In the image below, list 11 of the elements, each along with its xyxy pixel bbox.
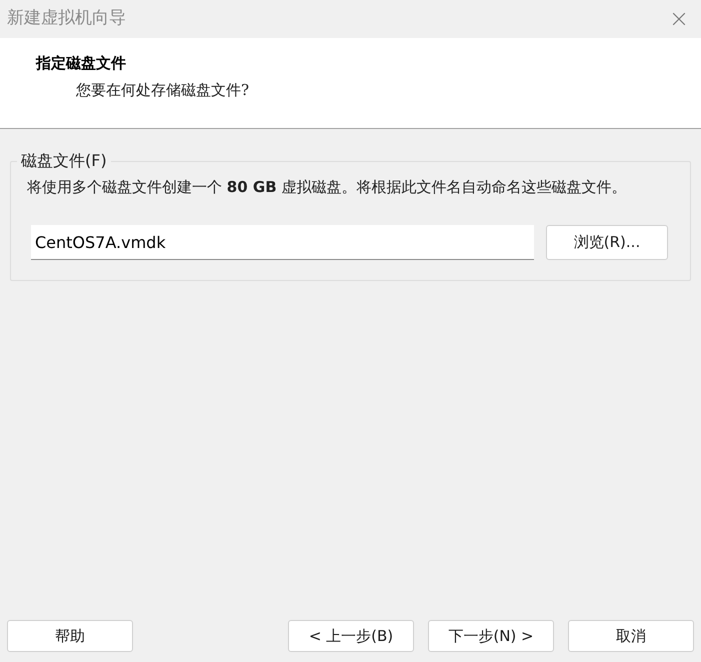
- back-button[interactable]: < 上一步(B): [288, 620, 414, 652]
- header-title: 指定磁盘文件: [36, 53, 127, 74]
- next-button[interactable]: 下一步(N) >: [428, 620, 554, 652]
- group-legend: 磁盘文件(F): [17, 149, 111, 173]
- file-name-field[interactable]: CentOS7A.vmdk: [31, 225, 534, 260]
- description-text: 将使用多个磁盘文件创建一个 80 GB 虚拟磁盘。将根据此文件名自动命名这些磁盘文件。: [27, 177, 628, 198]
- window-title: 新建虚拟机向导: [7, 7, 126, 30]
- browse-button[interactable]: 浏览(R)...: [546, 225, 668, 260]
- cancel-button[interactable]: 取消: [568, 620, 694, 652]
- header-subtitle: 您要在何处存储磁盘文件?: [75, 80, 250, 100]
- help-button[interactable]: 帮助: [7, 620, 133, 652]
